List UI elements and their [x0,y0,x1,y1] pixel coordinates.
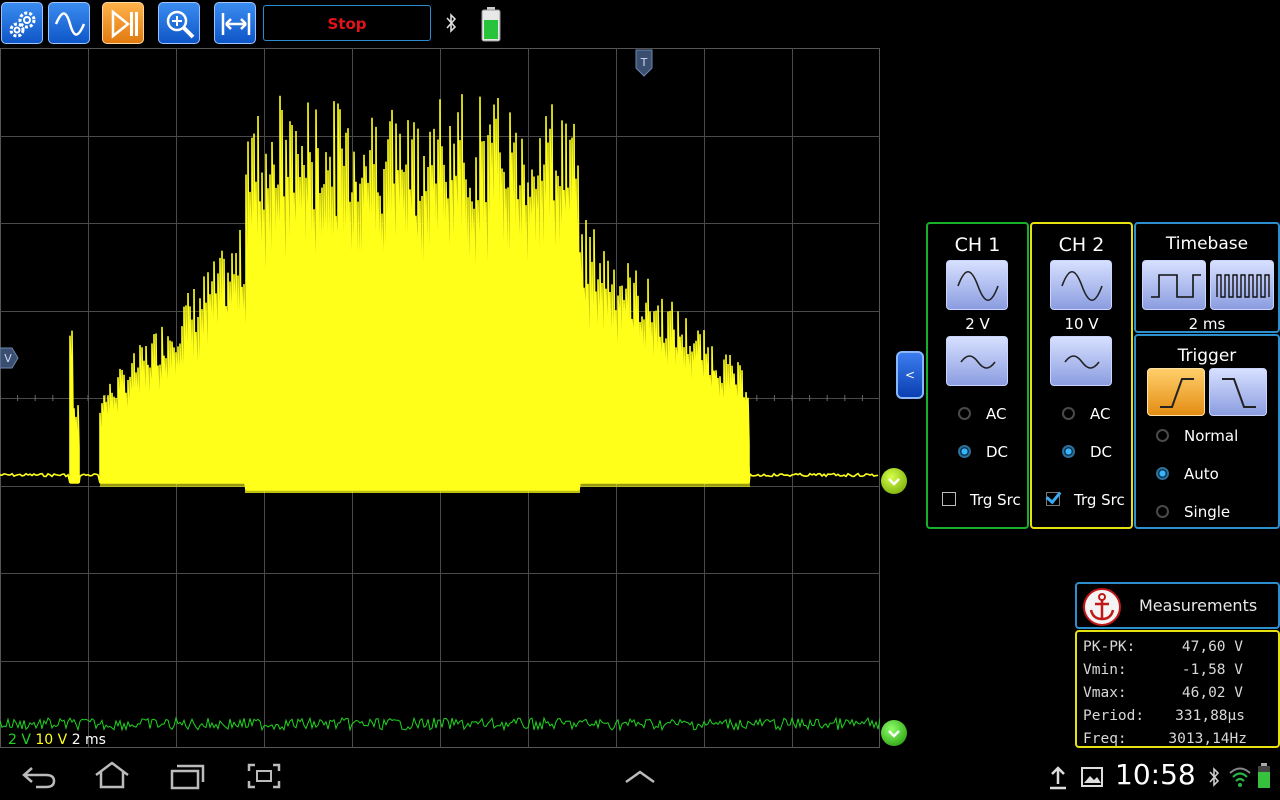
ch2-burst-fill [245,465,580,493]
recent-apps-icon[interactable] [168,762,208,790]
system-nav-bar: 10:58 [0,752,1280,800]
ch1-dc-label: DC [986,443,1009,461]
trigger-single-label: Single [1184,503,1231,521]
ch1-offset-handle[interactable] [881,720,907,746]
measurements-panel: PK-PK: 47,60 V Vmin: -1,58 V Vmax: 46,02 V … [1075,630,1280,748]
trigger-auto-label: Auto [1184,465,1219,483]
trigger-level-label: V [4,352,12,365]
ch2-title: CH 2 [1058,234,1105,256]
battery-status-icon [1258,763,1270,788]
ch1-ac-radio[interactable] [958,407,971,420]
measurement-row: Vmin: -1,58 V [1083,662,1243,678]
ch2-trg-src-checkbox[interactable] [1046,492,1060,506]
zoom-icon [166,10,195,39]
down-arrow-icon [888,730,900,738]
scope-display[interactable]: TV [0,48,880,748]
back-icon[interactable] [20,762,58,790]
ch1-title: CH 1 [954,234,1001,256]
sine-wave-icon [54,12,86,36]
small-sine-icon [1064,355,1100,369]
timebase-slower-button[interactable] [1142,260,1206,310]
collapse-panel-button[interactable]: < [896,351,924,399]
horizontal-arrows-icon [221,13,251,35]
ch1-dc-radio[interactable] [958,445,971,458]
measurement-row: Period: 331,88µs [1083,708,1245,724]
trigger-normal-radio[interactable] [1156,429,1169,442]
ch1-volts-label: 2 V [965,315,990,333]
anchor-icon [1083,588,1121,626]
measurement-row: PK-PK: 47,60 V [1083,639,1243,655]
ch2-trg-src-label: Trg Src [1074,491,1125,509]
trigger-falling-button[interactable] [1209,368,1267,416]
clock: 10:58 [1115,758,1196,791]
ch2-ac-label: AC [1090,405,1111,423]
falling-edge-icon [1222,378,1256,408]
trigger-panel: Trigger Normal Auto Single [1134,334,1280,529]
battery-icon [481,7,501,42]
measurements-title: Measurements [1139,596,1258,615]
measurement-row: Freq: 3013,14Hz [1083,731,1247,747]
trigger-auto-radio[interactable] [1156,467,1169,480]
ch1-trg-src-checkbox[interactable] [942,492,956,506]
play-pause-icon [111,9,138,39]
square-wave-narrow-icon [1216,274,1270,298]
ch1-ac-label: AC [986,405,1007,423]
stop-button[interactable]: Stop [263,5,431,41]
gears-icon [9,11,36,38]
timebase-readout: 2 ms [71,732,106,748]
waveform-button[interactable] [48,2,90,44]
timebase-value: 2 ms [1188,315,1226,333]
timebase-faster-button[interactable] [1210,260,1274,310]
status-readout: 2 V 10 V 2 ms [8,732,106,748]
square-wave-wide-icon [1151,274,1201,298]
ch2-dc-label: DC [1090,443,1113,461]
ch1-waveform-button[interactable] [946,260,1008,310]
measurements-header-button[interactable]: Measurements [1075,582,1280,629]
ch1-trg-src-label: Trg Src [970,491,1021,509]
small-sine-icon [960,355,996,369]
ch2-panel: CH 2 10 V AC DC Trg Src [1030,222,1133,529]
ch2-offset-handle[interactable] [881,468,907,494]
gallery-icon [1081,767,1103,787]
wifi-icon [1229,767,1251,787]
screenshot-icon[interactable] [246,762,282,790]
ch1-ac-waveform-button[interactable] [946,336,1008,386]
zoom-button[interactable] [158,2,200,44]
rising-edge-icon [1160,378,1194,408]
down-arrow-icon [888,478,900,486]
run-pause-button[interactable] [102,2,144,44]
sine-wave-icon [1061,270,1103,302]
settings-button[interactable] [1,2,43,44]
upload-icon [1050,766,1066,790]
measurement-row: Vmax: 46,02 V [1083,685,1243,701]
bluetooth-icon [446,13,457,33]
ch2-ac-waveform-button[interactable] [1050,336,1112,386]
trigger-title: Trigger [1177,346,1237,366]
ch1-scale-readout: 2 V [8,732,31,748]
trigger-position-label: T [640,56,648,69]
timebase-panel: Timebase 2 ms [1134,222,1280,333]
chevron-up-icon[interactable] [622,768,658,786]
ch2-dc-radio[interactable] [1062,445,1075,458]
ch2-waveform-button[interactable] [1050,260,1112,310]
home-icon[interactable] [92,760,132,790]
fit-horizontal-button[interactable] [214,2,256,44]
bluetooth-icon [1209,767,1220,787]
ch2-volts-label: 10 V [1064,315,1099,333]
trigger-normal-label: Normal [1184,427,1239,445]
ch2-ac-radio[interactable] [1062,407,1075,420]
sine-wave-icon [957,270,999,302]
ch1-panel: CH 1 2 V AC DC Trg Src [926,222,1029,529]
timebase-title: Timebase [1165,234,1249,254]
trigger-single-radio[interactable] [1156,505,1169,518]
trigger-rising-button[interactable] [1147,368,1205,416]
ch2-scale-readout: 10 V [35,732,68,748]
